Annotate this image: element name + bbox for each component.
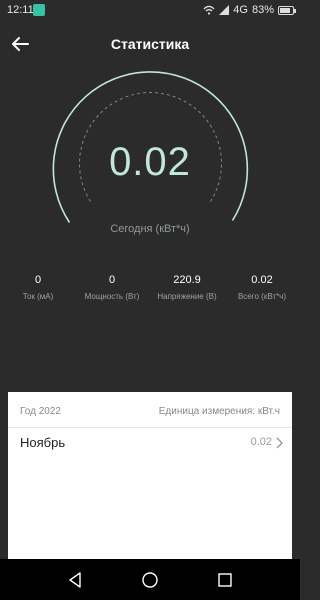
network-type: 4G <box>233 4 248 16</box>
nav-home-icon[interactable] <box>141 571 159 589</box>
page-title: Статистика <box>110 36 190 52</box>
chevron-right-icon <box>276 437 283 449</box>
battery-icon <box>278 5 296 15</box>
status-bar: 12:11 4G 83% <box>0 0 300 22</box>
battery-percent: 83% <box>251 4 274 16</box>
panel-header: Год 2022 Единица измерения: кВт.ч <box>8 392 292 428</box>
stat-power: 0 Мощность (Вт) <box>74 274 150 301</box>
system-nav-bar <box>0 559 300 600</box>
month-row-november[interactable]: Ноябрь 0.02 <box>8 428 292 460</box>
stat-voltage-label: Напряжение (В) <box>157 292 217 301</box>
year-label: Год 2022 <box>20 406 61 417</box>
monthly-panel: Год 2022 Единица измерения: кВт.ч Ноябрь… <box>8 392 292 559</box>
stat-power-label: Мощность (Вт) <box>84 292 140 301</box>
unit-label: Единица измерения: кВт.ч <box>158 406 280 417</box>
stats-row: 0 Ток (мА) 0 Мощность (Вт) 220.9 Напряже… <box>0 274 300 314</box>
app-notification-icon <box>33 4 45 16</box>
stat-power-value: 0 <box>108 274 116 286</box>
stat-current: 0 Ток (мА) <box>0 274 76 301</box>
header: Статистика <box>0 22 300 66</box>
nav-back-icon[interactable] <box>66 571 84 589</box>
today-value: 0.02 <box>109 140 191 184</box>
status-indicators: 4G 83% <box>203 4 296 16</box>
energy-gauge: 0.02 Сегодня (кВт*ч) <box>0 70 300 290</box>
signal-icon <box>219 5 230 15</box>
stat-voltage: 220.9 Напряжение (В) <box>149 274 225 301</box>
nav-recents-icon[interactable] <box>216 571 234 589</box>
stat-current-label: Ток (мА) <box>22 292 54 301</box>
month-value: 0.02 <box>250 436 272 448</box>
stat-voltage-value: 220.9 <box>173 274 201 286</box>
today-label: Сегодня (кВт*ч) <box>110 223 190 235</box>
stat-total: 0.02 Всего (кВт*ч) <box>224 274 300 301</box>
stat-total-label: Всего (кВт*ч) <box>237 292 287 301</box>
status-time: 12:11 <box>7 4 34 16</box>
stat-current-value: 0 <box>34 274 42 286</box>
stat-total-value: 0.02 <box>251 274 273 286</box>
wifi-icon <box>203 5 215 15</box>
month-name: Ноябрь <box>20 435 66 450</box>
